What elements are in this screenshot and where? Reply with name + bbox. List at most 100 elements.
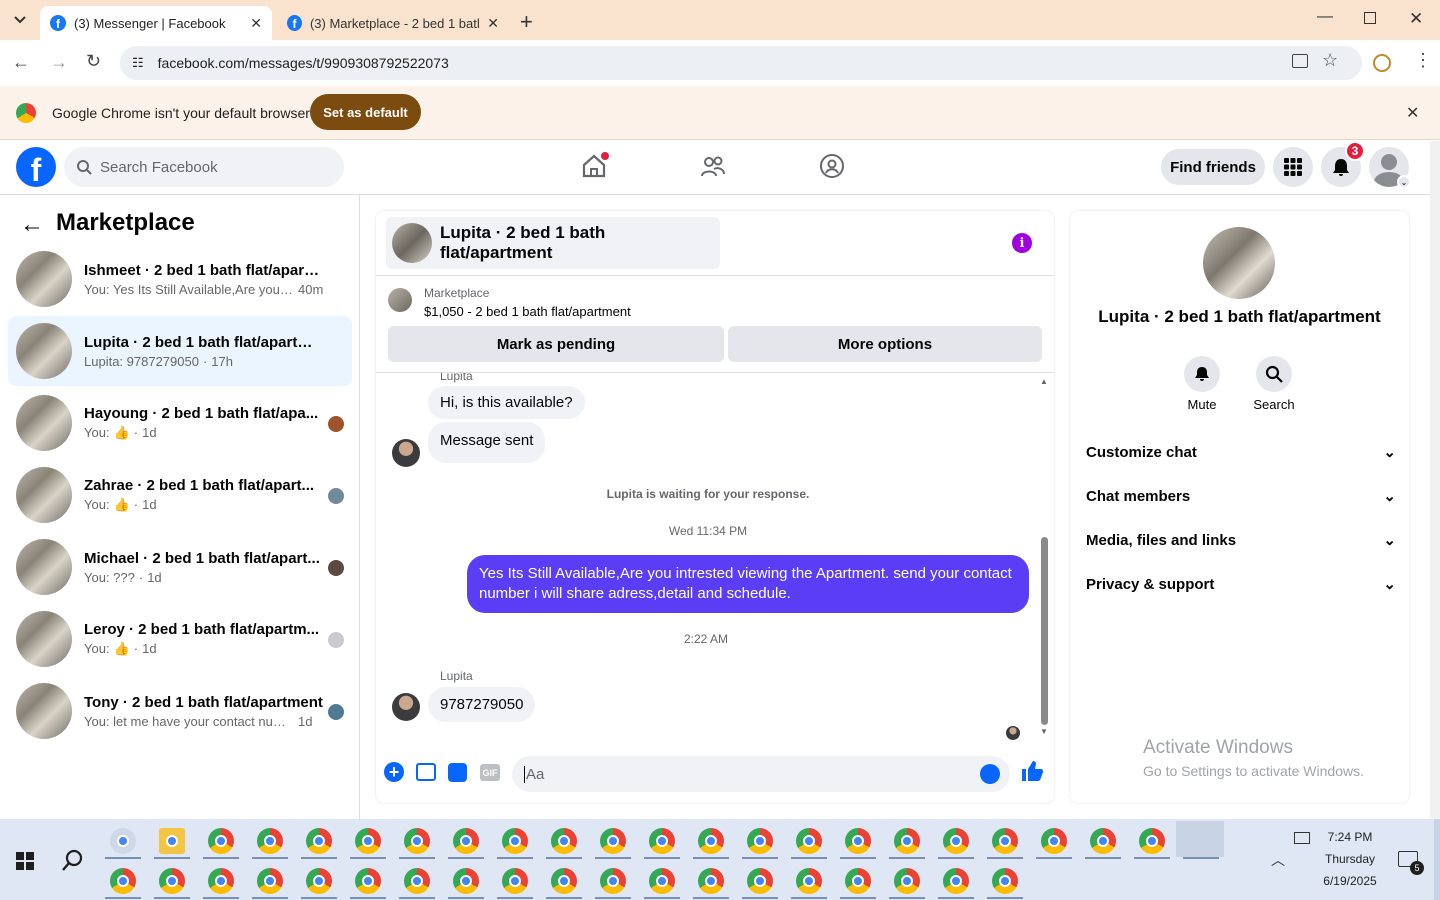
- close-tab-icon[interactable]: ✕: [487, 15, 499, 32]
- taskbar-chrome-icon[interactable]: [208, 828, 234, 854]
- close-tab-icon[interactable]: ✕: [250, 15, 262, 32]
- conversation-item[interactable]: Zahrae · 2 bed 1 bath flat/apart... You:…: [8, 460, 352, 530]
- close-infobar-icon[interactable]: ✕: [1406, 103, 1419, 123]
- sticker-icon[interactable]: [448, 763, 467, 782]
- taskbar-chrome-icon[interactable]: [796, 868, 822, 894]
- taskbar-chrome-icon[interactable]: [404, 868, 430, 894]
- notifications-bell-icon[interactable]: 3: [1321, 141, 1365, 187]
- listing-detail[interactable]: $1,050 - 2 bed 1 bath flat/apartment: [424, 304, 631, 319]
- taskbar-chrome-icon[interactable]: [551, 828, 577, 854]
- back-arrow-icon[interactable]: ←: [20, 211, 44, 239]
- maximize-icon[interactable]: [1364, 12, 1376, 24]
- taskbar-chrome-icon[interactable]: [355, 868, 381, 894]
- message-input[interactable]: Aa: [512, 756, 1010, 792]
- tray-chevron-up-icon[interactable]: ︿: [1271, 850, 1285, 870]
- taskbar-chrome-icon[interactable]: [1139, 828, 1165, 854]
- taskbar-chrome-icon[interactable]: [845, 828, 871, 854]
- network-icon[interactable]: [1294, 832, 1310, 844]
- tab-marketplace[interactable]: f (3) Marketplace - 2 bed 1 bath f ✕: [277, 6, 509, 40]
- gif-icon[interactable]: GIF: [480, 764, 500, 781]
- taskbar-chrome-icon[interactable]: [1041, 828, 1067, 854]
- home-icon[interactable]: [581, 152, 609, 184]
- taskbar-paint-icon[interactable]: [110, 828, 136, 854]
- message-bubble[interactable]: Hi, is this available?: [428, 386, 585, 419]
- account-chevron-icon[interactable]: ⌄: [1397, 175, 1411, 189]
- taskbar-search-icon[interactable]: [61, 848, 85, 877]
- emoji-icon[interactable]: [980, 764, 1000, 784]
- find-friends-button[interactable]: Find friends: [1161, 149, 1265, 185]
- info-icon[interactable]: i: [1012, 233, 1032, 253]
- search-conversation-button[interactable]: [1256, 356, 1292, 392]
- conversation-item[interactable]: Leroy · 2 bed 1 bath flat/apartm... You:…: [8, 604, 352, 674]
- new-tab-icon[interactable]: +: [520, 9, 533, 35]
- message-thread[interactable]: Lupita Hi, is this available? Message se…: [376, 373, 1040, 743]
- taskbar-chrome-icon[interactable]: [502, 868, 528, 894]
- facebook-search-input[interactable]: Search Facebook: [64, 147, 344, 187]
- taskbar-chrome-icon[interactable]: [943, 828, 969, 854]
- taskbar-chrome-icon[interactable]: [894, 828, 920, 854]
- address-bar[interactable]: ☷ facebook.com/messages/t/99093087925220…: [120, 46, 1362, 80]
- forward-icon[interactable]: →: [50, 52, 68, 73]
- reload-icon[interactable]: ↻: [86, 51, 101, 72]
- taskbar-chrome-icon[interactable]: [992, 828, 1018, 854]
- section-privacy-support[interactable]: Privacy & support ⌄: [1086, 575, 1396, 594]
- photo-icon[interactable]: [416, 763, 436, 781]
- menu-dots-icon[interactable]: ⋮: [1414, 50, 1432, 71]
- taskbar-chrome-icon[interactable]: [1090, 828, 1116, 854]
- section-media-files[interactable]: Media, files and links ⌄: [1086, 531, 1396, 550]
- back-icon[interactable]: ←: [12, 52, 30, 73]
- conversation-item-selected[interactable]: Lupita · 2 bed 1 bath flat/apartment Lup…: [8, 316, 352, 386]
- conversation-item[interactable]: Michael · 2 bed 1 bath flat/apart... You…: [8, 532, 352, 602]
- taskbar-chrome-icon[interactable]: [992, 868, 1018, 894]
- taskbar-chrome-icon[interactable]: [551, 868, 577, 894]
- taskbar-chrome-icon[interactable]: [502, 828, 528, 854]
- thumbs-up-send-icon[interactable]: [1020, 759, 1044, 789]
- section-chat-members[interactable]: Chat members ⌄: [1086, 487, 1396, 506]
- taskbar-chrome-icon[interactable]: [845, 868, 871, 894]
- my-message-bubble[interactable]: Yes Its Still Available,Are you intreste…: [467, 555, 1029, 613]
- facebook-logo-icon[interactable]: f: [16, 147, 56, 187]
- bookmark-star-icon[interactable]: ☆: [1322, 50, 1338, 71]
- show-desktop-button[interactable]: [1434, 819, 1440, 900]
- taskbar-chrome-icon[interactable]: [649, 868, 675, 894]
- taskbar-chrome-icon[interactable]: [159, 868, 185, 894]
- conversation-item[interactable]: Tony · 2 bed 1 bath flat/apartment You: …: [8, 676, 352, 746]
- taskbar-chrome-icon[interactable]: [747, 868, 773, 894]
- set-default-button[interactable]: Set as default: [310, 94, 421, 130]
- taskbar-chrome-icon[interactable]: [698, 828, 724, 854]
- chat-header[interactable]: Lupita · 2 bed 1 bath flat/apartment: [386, 217, 720, 269]
- profile-icon[interactable]: [1373, 54, 1391, 72]
- taskbar-chrome-icon[interactable]: [600, 828, 626, 854]
- taskbar-chrome-icon[interactable]: [208, 868, 234, 894]
- page-scrollbar[interactable]: [1430, 141, 1440, 819]
- taskbar-chrome-icon[interactable]: [306, 868, 332, 894]
- install-app-icon[interactable]: [1292, 54, 1308, 68]
- mute-button[interactable]: [1184, 356, 1220, 392]
- windows-start-icon[interactable]: [16, 852, 34, 875]
- message-bubble[interactable]: 9787279050: [428, 687, 536, 722]
- minimize-icon[interactable]: —: [1317, 8, 1333, 26]
- tab-search-icon[interactable]: [8, 8, 32, 32]
- section-customize-chat[interactable]: Customize chat ⌄: [1086, 443, 1396, 462]
- taskbar-chrome-icon[interactable]: [257, 828, 283, 854]
- taskbar-chrome-icon[interactable]: [600, 868, 626, 894]
- message-bubble[interactable]: Message sent: [428, 422, 546, 463]
- mark-as-pending-button[interactable]: Mark as pending: [388, 326, 724, 362]
- tab-messenger[interactable]: f (3) Messenger | Facebook ✕: [40, 6, 272, 40]
- taskbar-chrome-icon[interactable]: [404, 828, 430, 854]
- taskbar-chrome-icon[interactable]: [943, 868, 969, 894]
- conversation-item[interactable]: Ishmeet · 2 bed 1 bath flat/apartm... Yo…: [8, 244, 352, 314]
- conversation-item[interactable]: Hayoung · 2 bed 1 bath flat/apa... You: 👍…: [8, 388, 352, 458]
- add-attachment-icon[interactable]: +: [384, 762, 404, 782]
- taskbar-chrome-icon[interactable]: [306, 828, 332, 854]
- clock-time[interactable]: 7:24 PM: [1316, 830, 1384, 844]
- menu-grid-icon[interactable]: [1273, 147, 1313, 187]
- groups-icon[interactable]: [819, 153, 845, 184]
- friends-icon[interactable]: [700, 153, 726, 184]
- taskbar-chrome-icon[interactable]: [894, 868, 920, 894]
- close-window-icon[interactable]: ✕: [1409, 9, 1423, 29]
- taskbar-file-explorer-icon[interactable]: [159, 828, 185, 854]
- thread-scrollbar[interactable]: ▲ ▼: [1040, 375, 1050, 736]
- taskbar-chrome-icon[interactable]: [453, 828, 479, 854]
- taskbar-chrome-icon[interactable]: [796, 828, 822, 854]
